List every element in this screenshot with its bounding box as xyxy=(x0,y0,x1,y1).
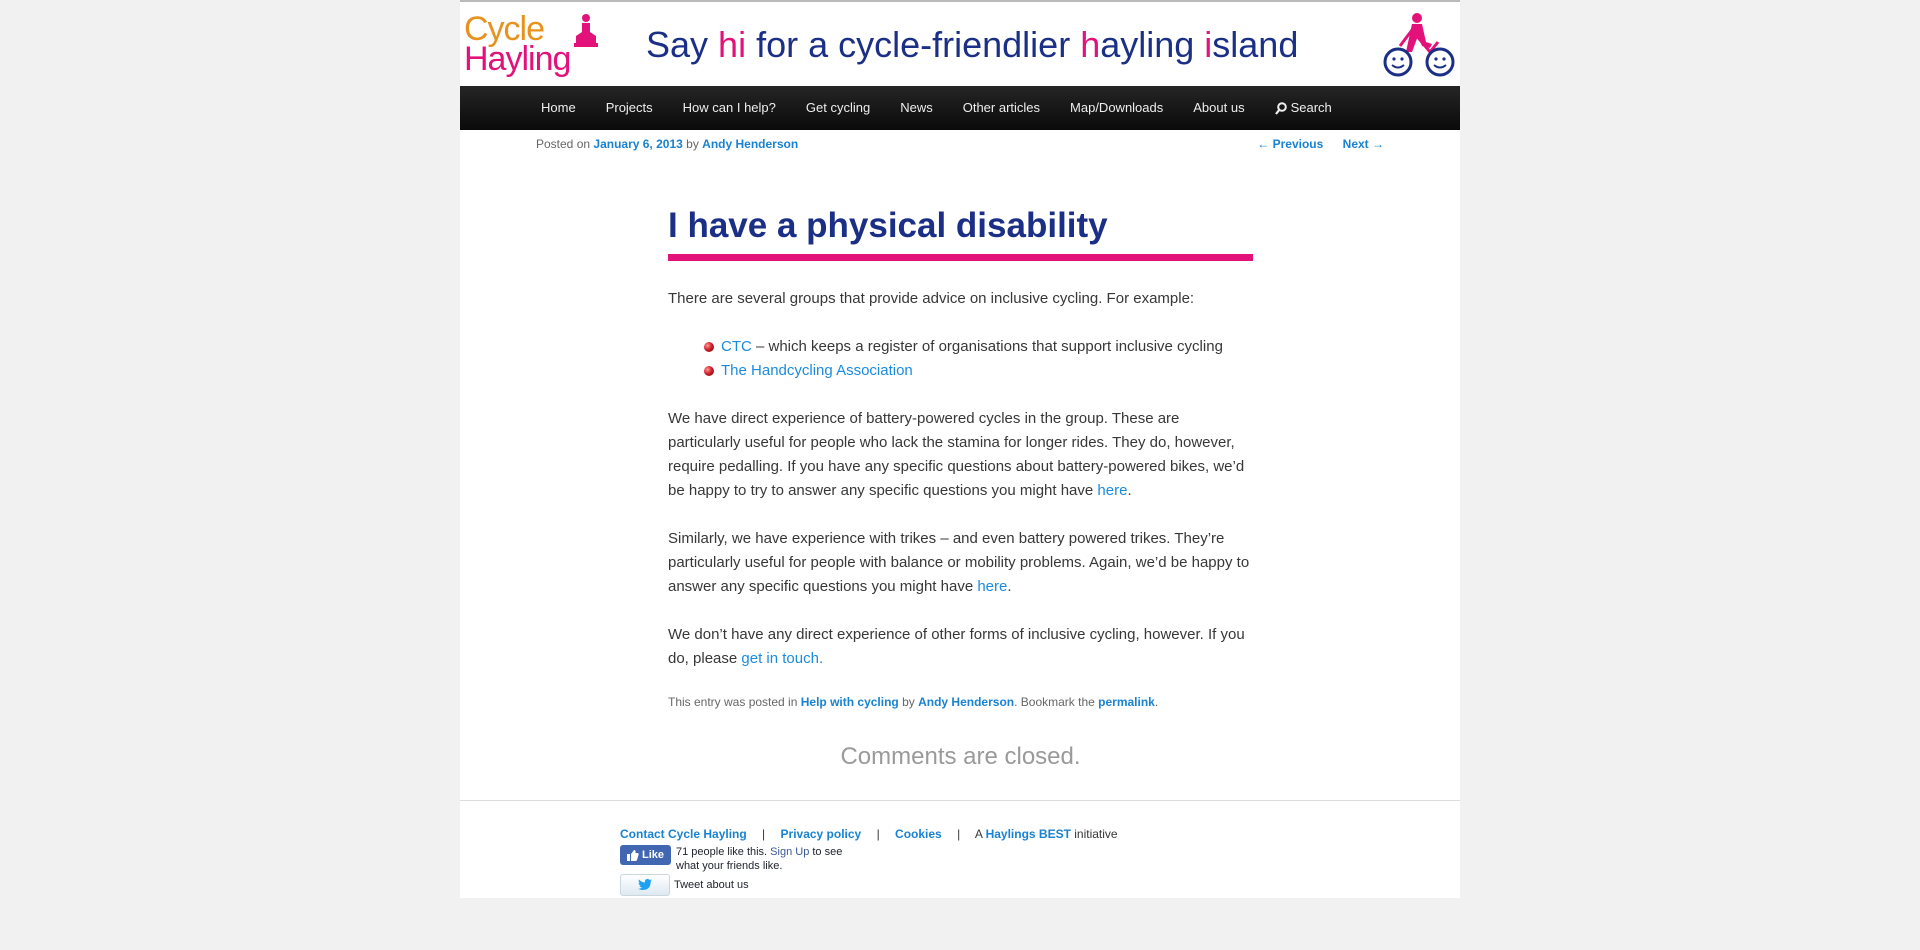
twitter-bird-icon xyxy=(638,879,652,890)
handcycling-association-link[interactable]: The Handcycling Association xyxy=(721,362,913,379)
paragraph-text: Similarly, we have experience with trike… xyxy=(668,530,1250,595)
facebook-signup-link[interactable]: Sign Up xyxy=(770,846,809,858)
cookies-link[interactable]: Cookies xyxy=(895,827,942,841)
comments-closed-notice: Comments are closed. xyxy=(840,743,1081,770)
fb-count-text: 71 people like this. xyxy=(676,846,771,858)
list-item-text: – which keeps a register of organisation… xyxy=(751,338,1223,355)
facebook-like-label: Like xyxy=(641,849,664,861)
cyclist-logo-icon xyxy=(574,14,598,47)
nav-item-home[interactable]: Home xyxy=(526,86,591,130)
separator: | xyxy=(957,827,961,841)
thumbs-up-icon xyxy=(626,849,639,861)
group-list: CTC – which keeps a register of organisa… xyxy=(668,335,1253,383)
entry-author-link[interactable]: Andy Henderson xyxy=(918,695,1014,709)
battery-paragraph: We have direct experience of battery-pow… xyxy=(668,410,1245,499)
ctc-link[interactable]: CTC xyxy=(721,338,752,355)
facebook-like-button[interactable]: Like xyxy=(620,845,671,865)
list-item: The Handcycling Association xyxy=(704,359,1253,383)
tagline-part: Say xyxy=(646,24,719,65)
tagline-part: for a cycle-friendlier xyxy=(746,24,1081,65)
tagline-highlight: hi xyxy=(718,24,747,65)
permalink-link[interactable]: permalink xyxy=(1098,695,1155,709)
entry-footer-prefix: This entry was posted in xyxy=(668,695,801,709)
nav-item-news[interactable]: News xyxy=(885,86,948,130)
separator: | xyxy=(762,827,766,841)
nav-search[interactable]: Search xyxy=(1260,86,1347,130)
next-post-link[interactable]: Next → xyxy=(1343,137,1384,151)
posted-on-label: Posted on xyxy=(536,137,591,151)
footer-links: Contact Cycle Hayling | Privacy policy |… xyxy=(620,827,1118,841)
tweet-label: Tweet about us xyxy=(674,879,749,891)
nav-item-projects[interactable]: Projects xyxy=(591,86,668,130)
previous-post-link[interactable]: ← Previous xyxy=(1257,137,1323,151)
search-icon xyxy=(1274,101,1287,115)
privacy-policy-link[interactable]: Privacy policy xyxy=(781,827,862,841)
smiley-bike-icon xyxy=(1383,13,1455,77)
tagline-highlight: h xyxy=(1080,24,1101,65)
intro-paragraph: There are several groups that provide ad… xyxy=(668,290,1195,307)
site-logo[interactable]: Cycle Hayling xyxy=(464,12,604,84)
bullet-icon xyxy=(704,342,714,352)
nav-items: Home Projects How can I help? Get cyclin… xyxy=(526,86,1347,130)
post-date-link[interactable]: January 6, 2013 xyxy=(593,137,682,151)
nav-item-about-us[interactable]: About us xyxy=(1178,86,1259,130)
haylings-best-link[interactable]: Haylings BEST xyxy=(986,827,1071,841)
post-navigation: ← Previous Next → xyxy=(1241,137,1384,151)
author-link[interactable]: Andy Henderson xyxy=(702,137,798,151)
get-in-touch-link[interactable]: get in touch. xyxy=(741,650,823,667)
by-label: by xyxy=(686,137,699,151)
initiative-prefix: A xyxy=(974,827,986,841)
page-title: I have a physical disability xyxy=(668,202,1253,261)
list-item: CTC – which keeps a register of organisa… xyxy=(704,335,1253,359)
nav-item-get-cycling[interactable]: Get cycling xyxy=(791,86,885,130)
footer-divider xyxy=(460,800,1460,801)
category-link[interactable]: Help with cycling xyxy=(801,695,899,709)
entry-footer-end: . xyxy=(1154,695,1159,709)
separator: | xyxy=(876,827,880,841)
entry-footer-meta: This entry was posted in Help with cycli… xyxy=(668,695,1253,709)
page-container: Cycle Hayling Say hi for a cycle-friendl… xyxy=(460,0,1460,898)
nav-item-other-articles[interactable]: Other articles xyxy=(948,86,1055,130)
tagline-part: ayling xyxy=(1100,24,1205,65)
bullet-icon xyxy=(704,366,714,376)
tweet-button[interactable] xyxy=(620,874,670,896)
article-content: I have a physical disability There are s… xyxy=(668,202,1253,771)
paragraph-text: We have direct experience of battery-pow… xyxy=(668,410,1245,499)
contact-link[interactable]: Contact Cycle Hayling xyxy=(620,827,747,841)
search-label: Search xyxy=(1290,100,1332,115)
facebook-like-text: 71 people like this. Sign Up to see what… xyxy=(676,845,851,873)
initiative-suffix: initiative xyxy=(1070,827,1118,841)
entry-meta: Posted on January 6, 2013 by Andy Hender… xyxy=(536,137,798,151)
logo-hayling-text: Hayling xyxy=(464,40,571,78)
nav-item-how-can-i-help[interactable]: How can I help? xyxy=(668,86,791,130)
tagline-part: sland xyxy=(1212,24,1299,65)
trikes-here-link[interactable]: here xyxy=(977,578,1007,595)
battery-here-link[interactable]: here xyxy=(1097,482,1127,499)
entry-footer-by: by xyxy=(898,695,919,709)
nav-item-map-downloads[interactable]: Map/Downloads xyxy=(1055,86,1178,130)
facebook-like-widget: Like 71 people like this. Sign Up to see… xyxy=(620,845,851,873)
entry-footer-bookmark: . Bookmark the xyxy=(1014,695,1099,709)
trikes-paragraph: Similarly, we have experience with trike… xyxy=(668,530,1250,595)
main-nav: Home Projects How can I help? Get cyclin… xyxy=(460,86,1460,130)
tweet-widget: Tweet about us xyxy=(620,874,749,896)
contact-paragraph: We don’t have any direct experience of o… xyxy=(668,623,1253,671)
site-tagline: Say hi for a cycle-friendlier hayling is… xyxy=(646,24,1298,66)
